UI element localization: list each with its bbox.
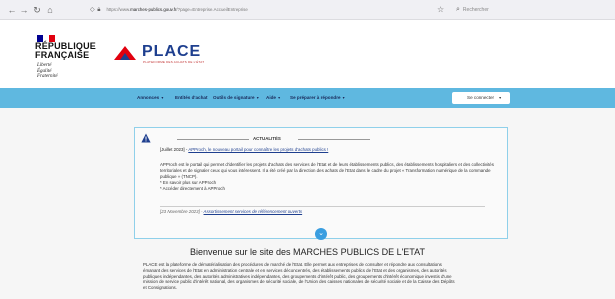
url-prefix: https://www. <box>106 7 131 12</box>
search-icon: ⌕ <box>456 6 460 13</box>
place-brand[interactable]: PLACE <box>142 44 201 60</box>
warning-icon <box>141 133 151 143</box>
nav-annonces[interactable]: Annonces ▾ <box>137 88 163 108</box>
chevron-down-icon: ▾ <box>255 95 259 100</box>
nav-aide[interactable]: Aide ▾ <box>266 88 280 108</box>
search-input[interactable]: ⌕ Rechercher <box>456 4 606 16</box>
nav-entites-achat[interactable]: Entités d'achat <box>175 88 208 108</box>
news-lead: [Juillet 2023] - APProch, le nouveau por… <box>160 147 328 153</box>
place-logo-icon[interactable] <box>112 45 138 61</box>
address-bar[interactable]: ◇ 🔒︎ https://www.marches-publics.gouv.fr… <box>90 4 465 16</box>
welcome-text: PLACE est la plateforme de dématérialisa… <box>143 262 503 291</box>
url-domain: marches-publics.gouv.fr <box>130 7 177 12</box>
news-body-line: territoriales et de signaler ceux qui vo… <box>160 168 491 173</box>
news-second-item: [23 Novembre 2023] - Assortissement serv… <box>160 209 302 215</box>
page-title: Bienvenue sur le site des MARCHES PUBLIC… <box>190 247 425 257</box>
chevron-down-icon: ⌄ <box>318 230 324 237</box>
forward-icon[interactable]: → <box>18 4 30 16</box>
home-icon[interactable]: ⌂ <box>44 4 56 16</box>
back-icon[interactable]: ← <box>6 4 18 16</box>
republique-francaise-logo[interactable]: RÉPUBLIQUE FRANÇAISE <box>35 42 105 60</box>
main-navigation: Annonces ▾ Entités d'achat Outils de sig… <box>0 88 615 108</box>
news-panel: ACTUALITÉS [Juillet 2023] - APProch, le … <box>134 127 508 240</box>
motto-fraternite: Fraternité <box>37 74 58 79</box>
shield-icon: ◇ <box>90 7 95 13</box>
divider <box>177 139 249 140</box>
divider <box>160 206 485 207</box>
url-path: /?page=Entreprise.AccueilEntreprise <box>176 7 248 12</box>
nav-outils-signature[interactable]: Outils de signature ▾ <box>213 88 259 108</box>
divider <box>298 139 370 140</box>
login-button[interactable]: Se connecter ▾ <box>452 92 510 104</box>
chevron-down-icon: ▾ <box>341 95 345 100</box>
chevron-down-icon: ▾ <box>160 95 164 100</box>
news-link-approch-access[interactable]: * Accéder directement à APProch <box>160 186 505 192</box>
browser-toolbar: ← → ↻ ⌂ ◇ 🔒︎ https://www.marches-publics… <box>0 0 615 20</box>
bookmark-star-icon[interactable]: ☆ <box>437 4 444 16</box>
chevron-down-icon: ▾ <box>499 95 502 100</box>
welcome-line: mission de service public d'intérêt nati… <box>143 279 455 285</box>
news-second-link[interactable]: Assortissement services de référencement… <box>204 209 303 214</box>
place-subtitle: PLATEFORME DES ACHATS DE L'ÉTAT <box>143 60 205 64</box>
news-body: APProch est le portail qui permet d'iden… <box>160 162 505 192</box>
nav-se-preparer[interactable]: Se préparer à répondre ▾ <box>290 88 345 108</box>
show-more-button[interactable]: ⌄ <box>315 228 327 240</box>
news-second-date: [23 Novembre 2023] - <box>160 209 204 214</box>
search-placeholder: Rechercher <box>462 7 489 13</box>
lock-icon: 🔒︎ <box>97 7 101 13</box>
republic-motto: Liberté Égalité Fraternité <box>37 63 97 80</box>
news-title: ACTUALITÉS <box>253 136 281 141</box>
news-lead-date: [Juillet 2023] - <box>160 147 189 152</box>
chevron-down-icon: ▾ <box>276 95 281 100</box>
news-lead-link[interactable]: APProch, le nouveau portail pour connaît… <box>188 147 328 152</box>
welcome-line: et Consignations. <box>143 285 177 291</box>
reload-icon[interactable]: ↻ <box>31 4 43 16</box>
